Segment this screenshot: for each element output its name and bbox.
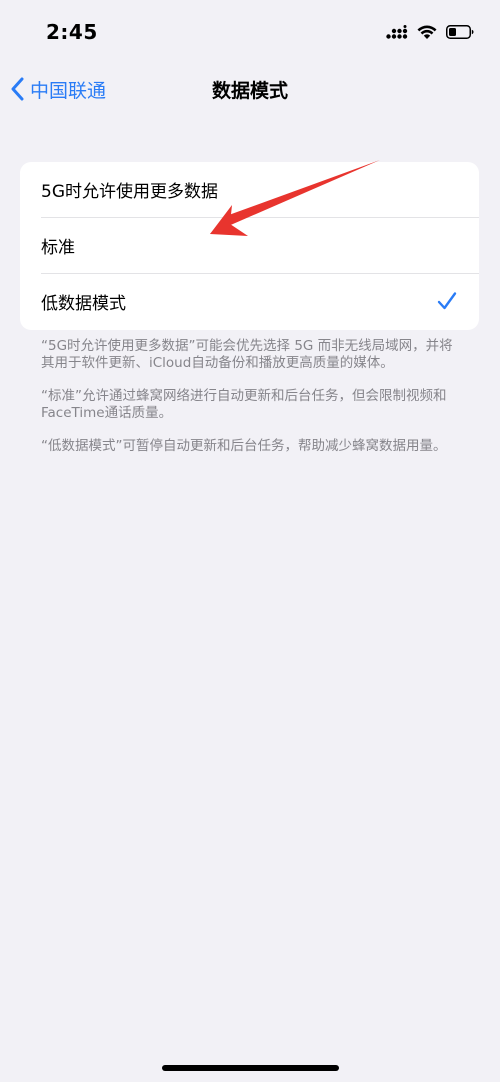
navigation-bar: 中国联通 数据模式 [0, 62, 500, 116]
status-icons [386, 22, 474, 42]
status-time: 2:45 [46, 20, 98, 44]
checkmark-icon [437, 292, 457, 310]
note-low-data-mode: “低数据模式”可暂停自动更新和后台任务，帮助减少蜂窝数据用量。 [41, 438, 447, 454]
option-standard[interactable]: 标准 [20, 218, 479, 274]
option-label: 低数据模式 [41, 294, 126, 314]
note-standard: “标准”允许通过蜂窝网络进行自动更新和后台任务，但会限制视频和FaceTime通… [41, 388, 447, 421]
home-indicator [162, 1065, 339, 1071]
note-allow-more-data-5g: “5G时允许使用更多数据”可能会优先选择 5G 而非无线局域网，并将其用于软件更… [41, 338, 453, 371]
data-mode-options: 5G时允许使用更多数据 标准 低数据模式 [20, 162, 479, 330]
wifi-icon [417, 25, 437, 39]
option-allow-more-data-5g[interactable]: 5G时允许使用更多数据 [20, 162, 479, 218]
status-bar: 2:45 [0, 0, 500, 62]
option-low-data-mode[interactable]: 低数据模式 [20, 274, 479, 330]
option-label: 标准 [41, 238, 75, 258]
footer-notes: “5G时允许使用更多数据”可能会优先选择 5G 而非无线局域网，并将其用于软件更… [41, 338, 459, 471]
option-label: 5G时允许使用更多数据 [41, 182, 218, 202]
page-title: 数据模式 [211, 80, 288, 102]
cellular-signal-icon [386, 25, 408, 39]
battery-icon [446, 25, 474, 39]
